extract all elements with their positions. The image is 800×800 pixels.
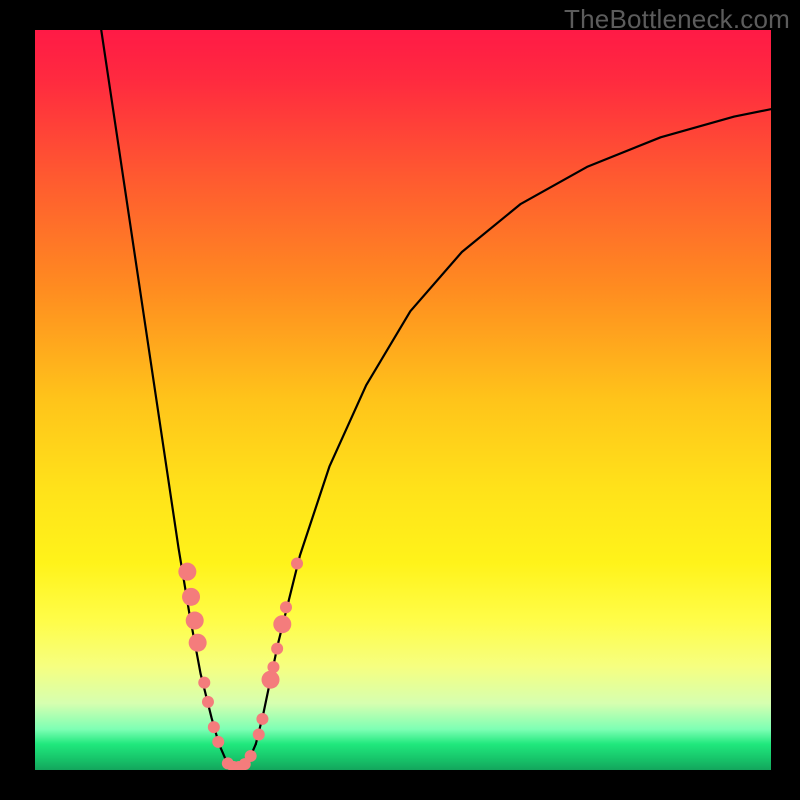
data-marker [208,721,220,733]
data-marker [198,677,210,689]
bottleneck-curve-chart [0,0,800,800]
data-marker [189,634,207,652]
data-marker [291,558,303,570]
data-marker [256,713,268,725]
chart-canvas: { "watermark": "TheBottleneck.com", "cha… [0,0,800,800]
data-marker [182,588,200,606]
watermark-text: TheBottleneck.com [564,4,790,35]
data-marker [271,643,283,655]
data-marker [178,563,196,581]
data-marker [273,615,291,633]
data-marker [212,736,224,748]
data-marker [245,750,257,762]
data-marker [267,661,279,673]
data-marker [280,601,292,613]
data-marker [202,696,214,708]
gradient-background [35,30,771,770]
data-marker [262,671,280,689]
data-marker [253,728,265,740]
data-marker [186,612,204,630]
